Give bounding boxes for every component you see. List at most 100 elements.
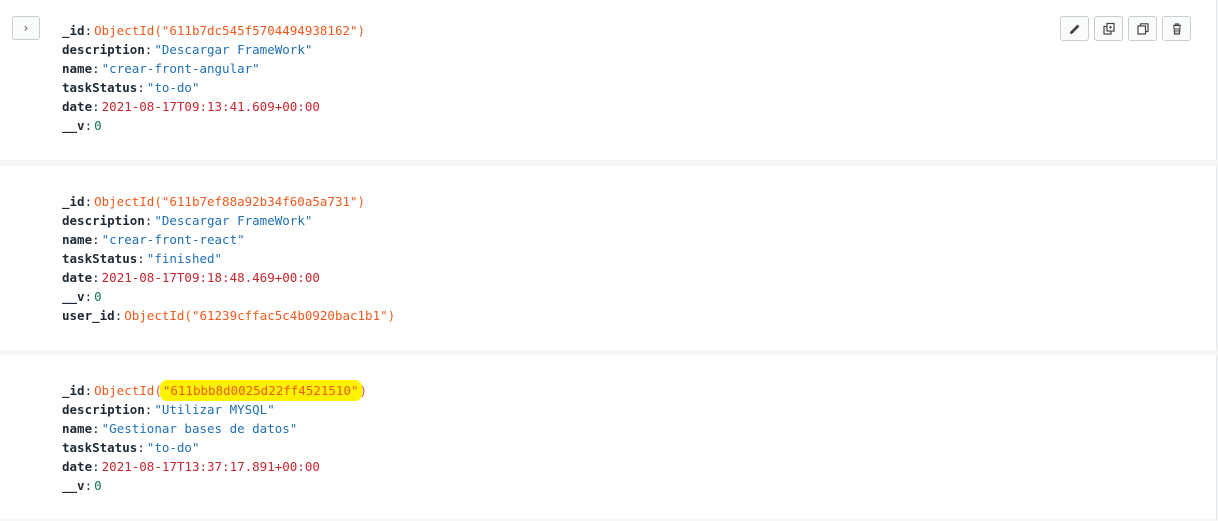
delete-document-button[interactable] [1162,16,1191,41]
field-row[interactable]: user_id: ObjectId("61239cffac5c4b0920bac1… [62,306,395,325]
field-row[interactable]: taskStatus: "to-do" [62,78,365,97]
field-row[interactable]: taskStatus: "finished" [62,249,395,268]
field-key: description [62,402,145,417]
field-value: 2021-08-17T09:18:48.469+00:00 [101,270,320,285]
field-separator: : [92,232,100,247]
field-key: _id [62,383,85,398]
field-row[interactable]: description: "Descargar FrameWork" [62,40,365,59]
field-value: 2021-08-17T13:37:17.891+00:00 [101,459,320,474]
objectid-prefix: ObjectId( [94,383,162,398]
field-value: 0 [94,289,102,304]
field-separator: : [84,23,93,38]
pencil-icon [1069,24,1079,34]
field-key: __v [62,289,85,304]
copy-document-button[interactable] [1094,16,1123,41]
field-row[interactable]: description: "Utilizar MYSQL" [62,400,367,419]
field-value: "Utilizar MYSQL" [154,402,275,417]
field-separator: : [92,99,100,114]
field-row[interactable]: _id: ObjectId("611b7dc545f5704494938162") [62,21,365,40]
chevron-right-icon: › [23,21,29,35]
field-key: date [62,459,93,474]
field-value: "to-do" [146,440,200,455]
objectid-prefix: ObjectId(" [124,308,200,323]
field-value: 0 [94,118,102,133]
field-value: "to-do" [146,80,200,95]
field-separator: : [114,308,123,323]
field-key: name [62,421,93,436]
document-fields-3: _id: ObjectId("611bbb8d0025d22ff4521510")… [62,381,367,495]
field-key: _id [62,194,85,209]
field-key: name [62,61,93,76]
field-key: date [62,99,93,114]
field-separator: : [92,270,100,285]
field-key: __v [62,478,85,493]
field-value: "crear-front-react" [101,232,245,247]
field-key: __v [62,118,85,133]
objectid-value: ObjectId("611b7dc545f5704494938162") [94,23,365,38]
field-key: date [62,270,93,285]
clone-document-button[interactable] [1128,16,1157,41]
field-value: "Descargar FrameWork" [154,213,313,228]
field-separator: : [144,42,153,57]
field-row[interactable]: __v: 0 [62,476,367,495]
field-value: 0 [94,478,102,493]
objectid-hex: 61239cffac5c4b0920bac1b1 [199,308,381,323]
edit-document-button[interactable] [1060,16,1089,41]
field-separator: : [84,194,93,209]
field-row[interactable]: _id: ObjectId("611bbb8d0025d22ff4521510") [62,381,367,400]
objectid-value: ObjectId("611bbb8d0025d22ff4521510") [94,382,367,399]
field-value: "crear-front-angular" [101,61,260,76]
field-key: description [62,42,145,57]
field-row[interactable]: date: 2021-08-17T13:37:17.891+00:00 [62,457,367,476]
objectid-hex: 611b7dc545f5704494938162 [169,23,350,38]
objectid-suffix: ) [359,383,368,398]
field-separator: : [144,402,153,417]
objectid-value: ObjectId("611b7ef88a92b34f60a5a731") [94,194,365,209]
field-separator: : [92,459,100,474]
field-row[interactable]: name: "Gestionar bases de datos" [62,419,367,438]
trash-icon [1172,22,1181,35]
copy-icon [1136,22,1149,35]
field-key: taskStatus [62,440,138,455]
field-key: taskStatus [62,251,138,266]
objectid-value: ObjectId("61239cffac5c4b0920bac1b1") [124,308,395,323]
field-row[interactable]: description: "Descargar FrameWork" [62,211,395,230]
field-key: description [62,213,145,228]
field-separator: : [84,289,93,304]
highlighted-objectid: "611bbb8d0025d22ff4521510" [161,382,360,399]
objectid-suffix: ") [350,194,366,209]
field-separator: : [92,61,100,76]
field-row[interactable]: name: "crear-front-angular" [62,59,365,78]
field-value: 2021-08-17T09:13:41.609+00:00 [101,99,320,114]
field-key: name [62,232,93,247]
field-row[interactable]: name: "crear-front-react" [62,230,395,249]
field-key: user_id [62,308,115,323]
field-value: "Descargar FrameWork" [154,42,313,57]
field-separator: : [144,213,153,228]
field-row[interactable]: __v: 0 [62,116,365,135]
field-row[interactable]: date: 2021-08-17T09:18:48.469+00:00 [62,268,395,287]
field-separator: : [137,80,145,95]
field-separator: : [84,118,93,133]
field-separator: : [137,440,145,455]
expand-button[interactable]: › [12,16,40,40]
objectid-suffix: ") [350,23,366,38]
objectid-suffix: ") [380,308,396,323]
field-separator: : [92,421,100,436]
field-key: taskStatus [62,80,138,95]
objectid-hex: 611b7ef88a92b34f60a5a731 [169,194,350,209]
field-row[interactable]: taskStatus: "to-do" [62,438,367,457]
field-value: "Gestionar bases de datos" [101,421,298,436]
document-toolbar [1060,16,1191,41]
field-row[interactable]: _id: ObjectId("611b7ef88a92b34f60a5a731") [62,192,395,211]
clone-icon [1102,22,1115,35]
field-value: "finished" [146,251,223,266]
field-row[interactable]: date: 2021-08-17T09:13:41.609+00:00 [62,97,365,116]
field-key: _id [62,23,85,38]
field-row[interactable]: __v: 0 [62,287,395,306]
objectid-prefix: ObjectId(" [94,194,170,209]
field-separator: : [84,383,93,398]
objectid-prefix: ObjectId(" [94,23,170,38]
document-fields-1: _id: ObjectId("611b7dc545f5704494938162")… [62,21,365,135]
field-separator: : [137,251,145,266]
